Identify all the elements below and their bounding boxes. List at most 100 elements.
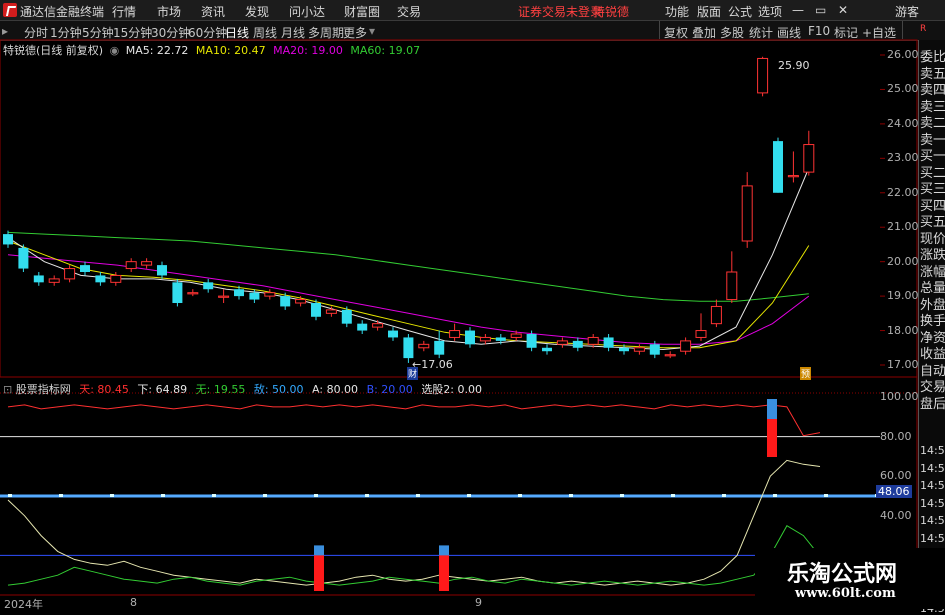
ind-dot [314, 494, 318, 497]
ind-dot [671, 494, 675, 497]
indicator-axis-label: 100.00 [880, 390, 919, 403]
low-price-value: 17.06 [421, 358, 453, 371]
ind-dot [416, 494, 420, 497]
candle-body [95, 275, 106, 283]
candle-body [3, 234, 13, 245]
price-axis-label: 19.00 [887, 289, 919, 303]
watermark-name: 乐淘公式网 [787, 562, 898, 587]
indicator-current-value: 48.06 [876, 485, 912, 498]
candle-body [187, 292, 199, 295]
candle-body [587, 336, 599, 345]
candle-body [664, 354, 676, 357]
candle-body [726, 271, 738, 301]
candle-body [649, 344, 660, 355]
watermark: 乐淘公式网 www.60lt.com [755, 548, 945, 609]
candle-body [110, 274, 122, 283]
candle-body [403, 337, 414, 359]
ind-dot [824, 494, 828, 497]
candle-body [556, 340, 568, 345]
signal-bar [439, 555, 449, 591]
candle-body [264, 292, 276, 297]
ma-line [7, 240, 810, 349]
candle-body [203, 282, 214, 290]
candle-body [125, 261, 137, 270]
candle-body [18, 247, 29, 269]
kline-chart[interactable] [0, 0, 945, 609]
price-axis-label: 23.00 [887, 151, 919, 165]
ind-dot [59, 494, 63, 497]
candle-body [619, 347, 629, 352]
indicator-axis-label: 80.00 [880, 429, 912, 443]
ind-dot [212, 494, 216, 497]
trade-time-label: 14:50 [920, 531, 945, 545]
ind-line-tian [7, 404, 821, 437]
price-axis-label: 22.00 [887, 185, 919, 199]
trade-time-label: 14:50 [920, 479, 945, 492]
candle-body [542, 347, 552, 352]
candle-body [633, 347, 645, 352]
trade-time-label: 14:50 [920, 514, 945, 527]
candle-body [680, 340, 692, 352]
ind-dot [467, 494, 471, 497]
candle-body [710, 305, 722, 325]
x-axis-year: 2024年 [4, 598, 43, 611]
candle-body [388, 330, 398, 338]
candle-body [172, 282, 183, 303]
signal-bar-top [767, 399, 777, 419]
candle-body [80, 265, 90, 272]
ind-dot [620, 494, 624, 497]
candle-body [249, 292, 260, 300]
candle-body [434, 340, 445, 355]
chart-frame [0, 39, 918, 609]
ind-dot [773, 494, 777, 497]
ind-dot [569, 494, 573, 497]
price-axis-label: 25.00 [887, 82, 919, 96]
quote-side-panel[interactable]: R 委比 卖五 卖四 卖三 卖二 卖一 买一 买二 买三 买四 买五 现价 涨跌 涨幅 总量 外盘 换手 净资 收益… [918, 24, 945, 615]
candle-body [757, 57, 769, 94]
candle-body [449, 330, 461, 338]
candle-body [64, 268, 76, 280]
high-price-label: 25.90 [778, 59, 810, 72]
candle-body [141, 261, 153, 266]
candle-body [741, 185, 753, 242]
candle-body [357, 323, 368, 331]
marker-yu[interactable]: 预 [800, 367, 812, 380]
price-axis-label: 18.00 [887, 323, 919, 337]
price-axis-label: 20.00 [887, 254, 919, 268]
price-axis-label: 17.00 [887, 358, 919, 371]
candle-body [526, 334, 537, 348]
price-axis-label: 26.00 [887, 48, 919, 61]
candle-body [510, 333, 522, 338]
panel-top-mark: R [920, 24, 927, 34]
candle-body [295, 299, 307, 304]
candle-body [418, 343, 430, 349]
candle-body [280, 296, 291, 307]
candle-body [218, 295, 230, 298]
low-price-label: ←17.06 [412, 358, 453, 371]
ind-dot [365, 494, 369, 497]
candle-body [495, 337, 506, 341]
ind-dot [518, 494, 522, 497]
trade-time-label: 14:50 [920, 461, 945, 475]
trade-time-label: 14:50 [920, 444, 945, 457]
price-axis-label: 21.00 [887, 220, 919, 234]
candle-body [787, 175, 799, 178]
signal-bar-top [314, 545, 324, 556]
candle-body [341, 309, 352, 324]
candle-body [33, 275, 44, 283]
candle-body [157, 265, 167, 276]
candle-body [479, 336, 491, 342]
x-axis-month-8: 8 [130, 596, 137, 609]
quote-field-label[interactable]: 盘后 [920, 393, 945, 412]
signal-bar-top [439, 545, 449, 556]
candle-body [372, 323, 384, 328]
indicator-axis-label: 40.00 [880, 508, 912, 522]
watermark-url: www.60lt.com [795, 586, 896, 601]
indicator-axis-label: 60.00 [880, 469, 912, 483]
candle-body [572, 340, 583, 348]
candle-body [603, 337, 614, 348]
marker-cai[interactable]: 财 [407, 367, 419, 380]
trade-time-label: 14:50 [920, 496, 945, 510]
ind-dot [110, 494, 114, 497]
signal-bar [767, 419, 777, 457]
